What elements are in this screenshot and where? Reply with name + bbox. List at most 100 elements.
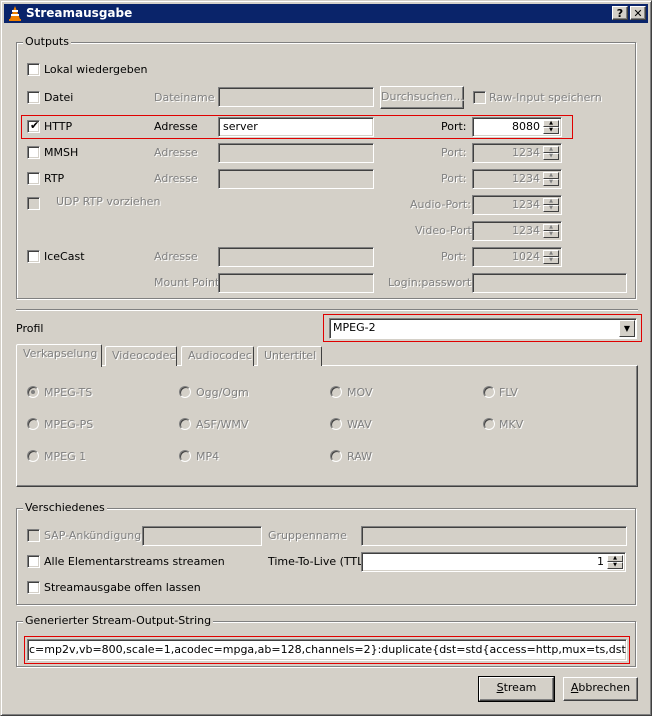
video-port-value: 1234 — [512, 224, 540, 237]
group-name-label: Gruppenname — [268, 529, 347, 542]
sap-input[interactable] — [142, 526, 262, 546]
mov-radio[interactable] — [330, 386, 342, 398]
spin-down-icon[interactable]: ▼ — [543, 205, 559, 212]
file-checkbox[interactable] — [27, 91, 40, 104]
local-playback-checkbox[interactable] — [27, 63, 40, 76]
spin-down-icon[interactable]: ▼ — [543, 179, 559, 186]
sout-group-label: Generierter Stream-Output-String — [23, 614, 214, 627]
filename-input[interactable] — [218, 87, 374, 107]
audio-port-spinbox[interactable]: 1234 ▲ ▼ — [472, 195, 562, 215]
icecast-label: IceCast — [44, 250, 85, 263]
spin-up-icon[interactable]: ▲ — [543, 224, 559, 231]
raw-radio[interactable] — [330, 450, 342, 462]
udp-rtp-checkbox[interactable] — [27, 197, 40, 210]
keep-open-checkbox[interactable] — [27, 581, 40, 594]
spin-up-icon[interactable]: ▲ — [607, 555, 623, 562]
tab-audiocodec[interactable]: Audiocodec — [181, 346, 254, 366]
raw-input-checkbox[interactable] — [473, 91, 486, 104]
http-checkbox[interactable]: ✔ — [27, 119, 40, 133]
asf-label: ASF/WMV — [196, 418, 249, 431]
mmsh-port-spinbox[interactable]: 1234 ▲ ▼ — [472, 143, 562, 163]
mpeg1-label: MPEG 1 — [44, 450, 87, 463]
login-password-input[interactable] — [472, 273, 627, 293]
chevron-down-icon[interactable]: ▼ — [619, 320, 635, 337]
filename-label: Dateiname — [154, 91, 215, 104]
mpeg-ts-radio[interactable] — [27, 386, 39, 398]
separator — [16, 309, 638, 311]
mp4-radio[interactable] — [179, 450, 191, 462]
help-button[interactable]: ? — [612, 6, 628, 20]
icecast-port-value: 1024 — [512, 250, 540, 263]
flv-radio[interactable] — [483, 386, 495, 398]
spin-up-icon[interactable]: ▲ — [543, 198, 559, 205]
icecast-checkbox[interactable] — [27, 250, 40, 263]
audio-port-value: 1234 — [512, 198, 540, 211]
outputs-group-label: Outputs — [23, 35, 71, 48]
http-address-input[interactable]: server — [218, 117, 374, 137]
mount-point-input[interactable] — [218, 273, 374, 293]
rtp-address-label: Adresse — [154, 172, 198, 185]
stream-output-dialog: Streamausgabe ? ✕ Outputs Lokal wiederge… — [0, 0, 652, 716]
all-es-checkbox[interactable] — [27, 555, 40, 568]
icecast-port-label: Port: — [441, 250, 467, 263]
mmsh-checkbox[interactable] — [27, 146, 40, 159]
spin-up-icon[interactable]: ▲ — [543, 146, 559, 153]
radio-dot-icon — [31, 390, 35, 394]
login-password-label: Login:passwort: — [388, 276, 475, 289]
cancel-button[interactable]: Abbrechen — [563, 677, 638, 701]
video-port-spinbox[interactable]: 1234 ▲ ▼ — [472, 221, 562, 241]
close-button[interactable]: ✕ — [630, 6, 646, 20]
spin-down-icon[interactable]: ▼ — [543, 153, 559, 160]
tab-videocodec[interactable]: Videocodec — [105, 346, 177, 366]
wav-radio[interactable] — [330, 418, 342, 430]
raw-label: RAW — [347, 450, 372, 463]
http-port-value: 8080 — [512, 120, 540, 133]
tab-encapsulation[interactable]: Verkapselung — [16, 344, 102, 367]
browse-button[interactable]: Durchsuchen... — [380, 86, 464, 109]
stream-button[interactable]: Stream — [478, 676, 555, 702]
spin-down-icon[interactable]: ▼ — [543, 231, 559, 238]
mp4-label: MP4 — [196, 450, 220, 463]
http-port-spinbox[interactable]: 8080 ▲ ▼ — [472, 117, 562, 137]
checkmark-icon: ✔ — [30, 119, 40, 132]
rtp-port-spinbox[interactable]: 1234 ▲ ▼ — [472, 169, 562, 189]
sout-string-input[interactable]: c=mp2v,vb=800,scale=1,acodec=mpga,ab=128… — [27, 639, 627, 661]
window-title: Streamausgabe — [26, 6, 133, 20]
audio-port-label: Audio-Port: — [410, 198, 471, 211]
http-label: HTTP — [44, 120, 73, 133]
rtp-label: RTP — [44, 172, 65, 185]
keep-open-label: Streamausgabe offen lassen — [44, 581, 201, 594]
spin-up-icon[interactable]: ▲ — [543, 250, 559, 257]
stream-mnemonic: S — [496, 681, 504, 694]
spin-down-icon[interactable]: ▼ — [607, 562, 623, 569]
rtp-address-input[interactable] — [218, 169, 374, 189]
profile-select[interactable]: MPEG-2 ▼ — [329, 318, 637, 339]
asf-radio[interactable] — [179, 418, 191, 430]
ogg-radio[interactable] — [179, 386, 191, 398]
tab-subtitles[interactable]: Untertitel — [257, 346, 322, 366]
icecast-port-spinbox[interactable]: 1024 ▲ ▼ — [472, 247, 562, 267]
mpeg1-radio[interactable] — [27, 450, 39, 462]
rtp-checkbox[interactable] — [27, 172, 40, 185]
spin-up-icon[interactable]: ▲ — [543, 172, 559, 179]
misc-group-label: Verschiedenes — [23, 501, 107, 514]
http-address-label: Adresse — [154, 120, 198, 133]
spin-up-icon[interactable]: ▲ — [543, 120, 559, 127]
cancel-label: bbrechen — [578, 681, 631, 694]
group-name-input[interactable] — [361, 526, 627, 546]
title-bar[interactable]: Streamausgabe ? ✕ — [4, 4, 648, 23]
spin-down-icon[interactable]: ▼ — [543, 127, 559, 134]
mkv-radio[interactable] — [483, 418, 495, 430]
sap-checkbox[interactable] — [27, 529, 40, 542]
profile-selected-value: MPEG-2 — [333, 321, 376, 334]
encapsulation-tab-panel — [16, 365, 638, 487]
mpeg-ps-radio[interactable] — [27, 418, 39, 430]
mount-point-label: Mount Point — [154, 276, 220, 289]
icecast-address-input[interactable] — [218, 247, 374, 267]
sap-label: SAP-Ankündigung — [44, 529, 142, 542]
http-port-label: Port: — [441, 120, 467, 133]
spin-down-icon[interactable]: ▼ — [543, 257, 559, 264]
stream-label: tream — [503, 681, 537, 694]
ttl-spinbox[interactable]: 1 ▲ ▼ — [361, 552, 626, 572]
mmsh-address-input[interactable] — [218, 143, 374, 163]
